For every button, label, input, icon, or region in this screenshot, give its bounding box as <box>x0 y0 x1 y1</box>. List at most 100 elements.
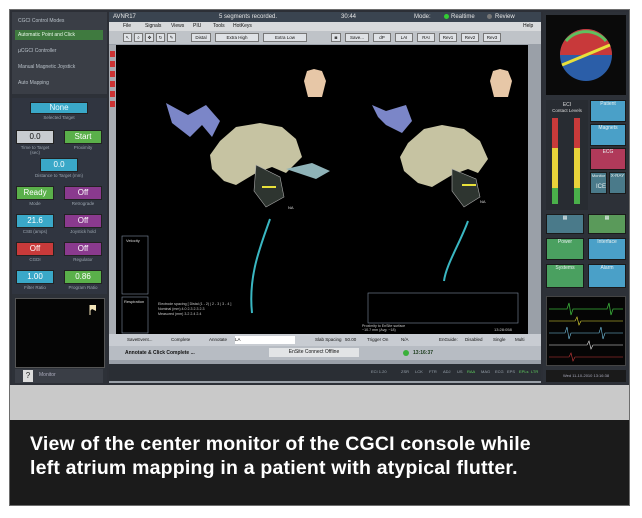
slab-spacing-value[interactable]: 50.00 <box>345 334 356 346</box>
menu-hotkeys[interactable]: HotKeys <box>233 22 252 31</box>
menu-item-controller[interactable]: µCGCI Controller <box>15 46 103 56</box>
rev1-button[interactable]: Rev1 <box>439 33 457 42</box>
csb-display: 21.6 <box>16 214 54 228</box>
date-display: Wed 11-10-2010 13:16:38 <box>546 370 626 382</box>
pan-tool-icon[interactable]: ✥ <box>145 33 154 42</box>
monitor-bar: ? Monitor <box>15 369 103 383</box>
menu-piu[interactable]: PIU <box>193 22 201 31</box>
menu-file[interactable]: File <box>123 22 131 31</box>
view-thumb-icon[interactable] <box>110 81 115 87</box>
monitor-label: Monitor <box>591 173 606 178</box>
epls-indicator: EPLs <box>519 369 529 374</box>
proximity-value: ~10.7 mm (Avg: ~18) <box>362 328 396 332</box>
view-thumb-icon[interactable] <box>110 51 115 57</box>
magnets-button[interactable]: Magnets <box>590 124 626 146</box>
help-icon[interactable]: ? <box>23 370 33 382</box>
single-radio[interactable]: Single <box>493 334 506 346</box>
left-control-panel: CGCI Control Modes Automatic Point and C… <box>12 12 107 383</box>
eps-indicator: EPS <box>507 369 516 374</box>
view-sidebar <box>109 45 116 334</box>
menu-views[interactable]: Views <box>171 22 184 31</box>
view-thumb-icon[interactable] <box>110 71 115 77</box>
interface-button[interactable]: Interface <box>588 238 626 260</box>
enguide-label: EnGuide: <box>439 337 458 342</box>
regulator-label: Regulator <box>73 257 93 262</box>
systems-label: Systems <box>555 265 575 271</box>
retrograde-toggle[interactable]: Off <box>64 186 102 200</box>
selected-target-display[interactable]: None <box>30 102 88 114</box>
na-label-left: NA <box>288 205 294 210</box>
filter-ratio-label: Filter Ratio <box>24 285 46 290</box>
menu-item-auto-mapping[interactable]: Auto Mapping <box>15 78 103 88</box>
power-button[interactable]: Power <box>546 238 584 260</box>
view-thumb-icon[interactable] <box>110 91 115 97</box>
atrium-shape-right <box>400 125 488 187</box>
contact-levels-label: Contact Levels <box>552 108 582 113</box>
patient-button[interactable]: Patient <box>590 100 626 122</box>
respiration-label: Respiration <box>124 299 144 304</box>
anatomy-render: NA NA Velocity Respiration Electrode spa… <box>121 69 519 334</box>
magnet-control-button[interactable]: ▦ <box>588 214 626 234</box>
electrode-spacing-text: Electrode spacing [ Distal (1 - 2) | 2 -… <box>158 302 231 306</box>
menu-item-point-click[interactable]: Automatic Point and Click <box>15 30 103 40</box>
trigger-toggle[interactable]: Trigger On <box>367 334 388 346</box>
rotate-tool-icon[interactable]: ↻ <box>156 33 165 42</box>
pulmonary-vein-shape <box>166 103 220 137</box>
ecg-button[interactable]: ECG <box>590 148 626 170</box>
complete-button[interactable]: Complete <box>171 334 190 346</box>
3d-map-viewer[interactable]: NA NA Velocity Respiration Electrode spa… <box>116 45 528 334</box>
rev3-button[interactable]: Rev3 <box>483 33 501 42</box>
dp-button[interactable]: dP <box>373 33 391 42</box>
extra-low-select[interactable]: Extra Low <box>263 33 307 42</box>
rai-button[interactable]: RAI <box>417 33 435 42</box>
pointer-tool-icon[interactable]: ↖ <box>123 33 132 42</box>
annotation-field[interactable]: LA <box>235 336 295 344</box>
extra-high-select[interactable]: Extra High <box>215 33 259 42</box>
flag-icon <box>89 305 96 315</box>
view-thumb-icon[interactable] <box>110 61 115 67</box>
systems-button[interactable]: Systems <box>546 264 584 288</box>
alarm-button[interactable]: Alarm <box>588 264 626 288</box>
menu-signals[interactable]: Signals <box>145 22 161 31</box>
zoom-tool-icon[interactable]: ⌕ <box>134 33 143 42</box>
joystick-hold-toggle[interactable]: Off <box>64 214 102 228</box>
distance-label: Distance to Target (mm) <box>35 173 83 178</box>
magnet-control-button[interactable]: ▦ <box>546 214 584 234</box>
multi-radio[interactable]: Multi <box>515 334 525 346</box>
camera-icon[interactable]: ◙ <box>331 33 341 42</box>
distal-select[interactable]: Distal <box>191 33 211 42</box>
mode-menu: CGCI Control Modes Automatic Point and C… <box>12 12 107 94</box>
monitor-label: Monitor <box>39 372 56 378</box>
menu-tools[interactable]: Tools <box>213 22 225 31</box>
realtime-radio[interactable] <box>444 14 449 19</box>
photo-frame: CGCI Control Modes Automatic Point and C… <box>9 9 630 506</box>
xray-button[interactable]: X-RAY <box>609 172 626 194</box>
rev2-button[interactable]: Rev2 <box>461 33 479 42</box>
toolbar: ↖ ⌕ ✥ ↻ ✎ Distal Extra High Extra Low ◙ … <box>109 31 541 44</box>
ecg-waveform-panel <box>546 296 626 366</box>
mag-indicator: MAG <box>481 369 491 374</box>
regulator-toggle[interactable]: Off <box>64 242 102 256</box>
lai-button[interactable]: LAI <box>395 33 413 42</box>
program-ratio-label: Program Ratio <box>68 285 98 290</box>
menu-help[interactable]: Help <box>523 22 533 31</box>
review-radio[interactable] <box>487 14 492 19</box>
annotate-message: Annotate & Click Complete ... <box>125 350 195 356</box>
lck-indicator: LCK <box>415 369 423 374</box>
save-event-button[interactable]: SaveEvent... <box>127 334 153 346</box>
filter-ratio-display: 1.00 <box>16 270 54 284</box>
selected-target-label: Selected Target <box>43 115 75 120</box>
atrium-shadow-right <box>451 168 481 208</box>
program-ratio-display: 0.86 <box>64 270 102 284</box>
mode-ready-button[interactable]: Ready <box>16 186 54 200</box>
eci-version: ECI 1.20 <box>371 369 387 374</box>
view-thumb-icon[interactable] <box>110 101 115 107</box>
cgdi-toggle[interactable]: Off <box>16 242 54 256</box>
menu-item-joystick[interactable]: Manual Magnetic Joystick <box>15 62 103 72</box>
save-button[interactable]: Save... <box>345 33 369 42</box>
start-button[interactable]: Start <box>64 130 102 144</box>
contact-bar-left-mid <box>552 148 558 188</box>
menu-item-control-modes[interactable]: CGCI Control Modes <box>15 16 103 26</box>
measure-tool-icon[interactable]: ✎ <box>167 33 176 42</box>
joystick-hold-label: Joystick hold <box>70 229 96 234</box>
